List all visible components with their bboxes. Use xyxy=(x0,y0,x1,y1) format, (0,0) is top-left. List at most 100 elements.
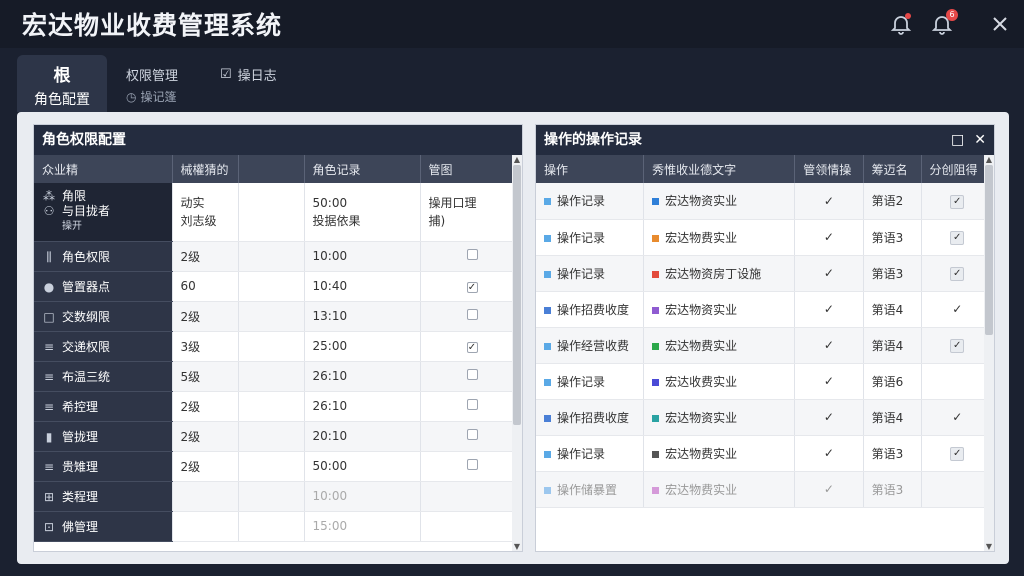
time-cell: 10:00 xyxy=(304,481,421,512)
column-header[interactable]: 众业精 xyxy=(34,155,173,183)
role-name-cell[interactable]: ⫼ 角色权限 xyxy=(34,241,173,272)
column-header[interactable]: 分创阻得 xyxy=(921,155,994,183)
bell-icon[interactable] xyxy=(889,12,913,36)
row-checkbox[interactable]: ✓ xyxy=(950,267,965,281)
table-cell xyxy=(238,271,305,302)
operation-text: 操作记录 xyxy=(557,266,606,281)
table-row[interactable]: ⊡ 佛管理 15:00 xyxy=(34,511,522,542)
permission-checkbox-cell xyxy=(420,511,522,542)
permission-checkbox[interactable] xyxy=(466,429,478,440)
right-scrollbar[interactable]: ▲ ▼ xyxy=(984,155,994,551)
column-header[interactable]: 械權猜的 xyxy=(172,155,239,183)
item-color-marker xyxy=(652,234,660,242)
role-name-cell[interactable]: □ 交数纲限 xyxy=(34,301,173,332)
checkbox-cell: ✓ xyxy=(921,183,994,220)
table-row[interactable]: ● 管置器点 60 10:40 ✓ xyxy=(34,271,522,302)
permission-checkbox-cell xyxy=(420,391,522,422)
table-row[interactable]: ⫼ 角色权限 2级 10:00 xyxy=(34,241,522,272)
role-name-cell[interactable]: ▮ 管拢理 xyxy=(34,421,173,452)
table-cell xyxy=(238,241,305,272)
maximize-icon[interactable]: □ xyxy=(951,125,964,155)
column-header[interactable] xyxy=(238,155,305,183)
operation-cell: 操作记录 xyxy=(536,363,645,400)
item-color-marker xyxy=(652,378,660,386)
role-name-cell[interactable]: ⁂ 角限 ⚇ 与目拢者 操开 xyxy=(34,183,173,242)
table-row[interactable]: 操作记录 宏达物资房丁设施 ✓ 第语3 ✓ xyxy=(536,255,994,292)
table-row[interactable]: ≡ 贵雉理 2级 50:00 xyxy=(34,451,522,482)
scrollbar-thumb[interactable] xyxy=(985,165,993,335)
check-mark-icon[interactable]: ✓ xyxy=(952,302,962,316)
table-row[interactable]: ≡ 交递权限 3级 25:00 ✓ xyxy=(34,331,522,362)
table-row[interactable]: ⊞ 类程理 10:00 xyxy=(34,481,522,512)
table-row[interactable]: ⁂ 角限 ⚇ 与目拢者 操开 动实 刘志级 50:00 投据依果 操用口理 捕) xyxy=(34,183,522,242)
tab-operation-log[interactable]: ☑ 操日志 xyxy=(220,65,277,84)
table-row[interactable]: 操作招费收度 宏达物资实业 ✓ 第语4 ✓ xyxy=(536,399,994,436)
time-cell: 26:10 xyxy=(304,361,421,392)
check-mark-icon[interactable]: ✓ xyxy=(952,410,962,424)
tab-role-config[interactable]: 根 角色配置 xyxy=(17,55,107,112)
item-text: 宏达物费实业 xyxy=(665,482,738,497)
item-text: 宏达物资实业 xyxy=(665,302,738,317)
column-header[interactable]: 角色记录 xyxy=(304,155,421,183)
close-icon[interactable]: ✕ xyxy=(974,125,986,155)
alert-dot xyxy=(905,13,911,19)
table-row[interactable]: ▮ 管拢理 2级 20:10 xyxy=(34,421,522,452)
permission-checkbox[interactable] xyxy=(466,249,478,260)
row-checkbox[interactable]: ✓ xyxy=(950,231,965,245)
permission-checkbox-cell xyxy=(420,451,522,482)
scrollbar-thumb[interactable] xyxy=(513,165,521,425)
scroll-up-icon[interactable]: ▲ xyxy=(512,155,522,164)
column-header[interactable]: 筹迈名 xyxy=(863,155,922,183)
row-checkbox[interactable]: ✓ xyxy=(950,194,965,209)
operation-text: 操作记录 xyxy=(557,446,606,461)
operation-text: 操作招费收度 xyxy=(557,302,630,317)
role-name-cell[interactable]: ● 管置器点 xyxy=(34,271,173,302)
close-icon[interactable] xyxy=(988,12,1012,36)
column-header[interactable]: 管领情操 xyxy=(794,155,864,183)
time-cell: 10:40 xyxy=(304,271,421,302)
tab-permission-management[interactable]: 权限管理 ◷ 操记篷 xyxy=(126,65,178,105)
scroll-down-icon[interactable]: ▼ xyxy=(984,542,994,551)
scroll-up-icon[interactable]: ▲ xyxy=(984,155,994,164)
table-row[interactable]: 操作招费收度 宏达物资实业 ✓ 第语4 ✓ xyxy=(536,291,994,328)
item-cell: 宏达物费实业 xyxy=(643,219,796,256)
table-cell xyxy=(238,451,305,482)
scroll-down-icon[interactable]: ▼ xyxy=(512,542,522,551)
permission-checkbox[interactable]: ✓ xyxy=(466,342,478,353)
table-row[interactable]: 操作记录 宏达收费实业 ✓ 第语6 xyxy=(536,363,994,400)
column-header[interactable]: 管图 xyxy=(420,155,522,183)
permission-checkbox-cell xyxy=(420,481,522,512)
role-name-cell[interactable]: ⊡ 佛管理 xyxy=(34,511,173,542)
permission-checkbox[interactable] xyxy=(466,309,478,320)
table-row[interactable]: 操作储暴置 宏达物费实业 ✓ 第语3 xyxy=(536,471,994,508)
role-name-cell[interactable]: ≡ 希控理 xyxy=(34,391,173,422)
row-checkbox[interactable]: ✓ xyxy=(950,447,965,461)
table-row[interactable]: 操作记录 宏达物费实业 ✓ 第语3 ✓ xyxy=(536,219,994,256)
role-name-cell[interactable]: ⊞ 类程理 xyxy=(34,481,173,512)
role-name-cell[interactable]: ≡ 贵雉理 xyxy=(34,451,173,482)
row-checkbox[interactable]: ✓ xyxy=(950,339,965,353)
table-row[interactable]: 操作记录 宏达物资实业 ✓ 第语2 ✓ xyxy=(536,183,994,220)
item-text: 宏达物费实业 xyxy=(665,446,738,461)
permission-checkbox[interactable] xyxy=(466,459,478,470)
name-cell: 第语3 xyxy=(863,435,922,472)
table-row[interactable]: □ 交数纲限 2级 13:10 xyxy=(34,301,522,332)
level-cell: 3级 xyxy=(172,331,239,362)
notification-bell-icon[interactable]: 6 xyxy=(930,9,958,36)
role-name-cell[interactable]: ≡ 布温三统 xyxy=(34,361,173,392)
left-scrollbar[interactable]: ▲ ▼ xyxy=(512,155,522,551)
column-header[interactable]: 操作 xyxy=(536,155,645,183)
column-header[interactable]: 秀惟收业德文字 xyxy=(643,155,796,183)
permission-checkbox-cell xyxy=(420,361,522,392)
table-row[interactable]: ≡ 希控理 2级 26:10 xyxy=(34,391,522,422)
role-name: 角限 xyxy=(62,189,87,204)
role-name-note: 操开 xyxy=(62,221,82,233)
table-row[interactable]: 操作经营收费 宏达物费实业 ✓ 第语4 ✓ xyxy=(536,327,994,364)
status-check-cell: ✓ xyxy=(794,471,864,508)
table-row[interactable]: ≡ 布温三统 5级 26:10 xyxy=(34,361,522,392)
role-name-cell[interactable]: ≡ 交递权限 xyxy=(34,331,173,362)
table-row[interactable]: 操作记录 宏达物费实业 ✓ 第语3 ✓ xyxy=(536,435,994,472)
permission-checkbox[interactable] xyxy=(466,369,478,380)
permission-checkbox[interactable]: ✓ xyxy=(466,282,478,293)
permission-checkbox[interactable] xyxy=(466,399,478,410)
